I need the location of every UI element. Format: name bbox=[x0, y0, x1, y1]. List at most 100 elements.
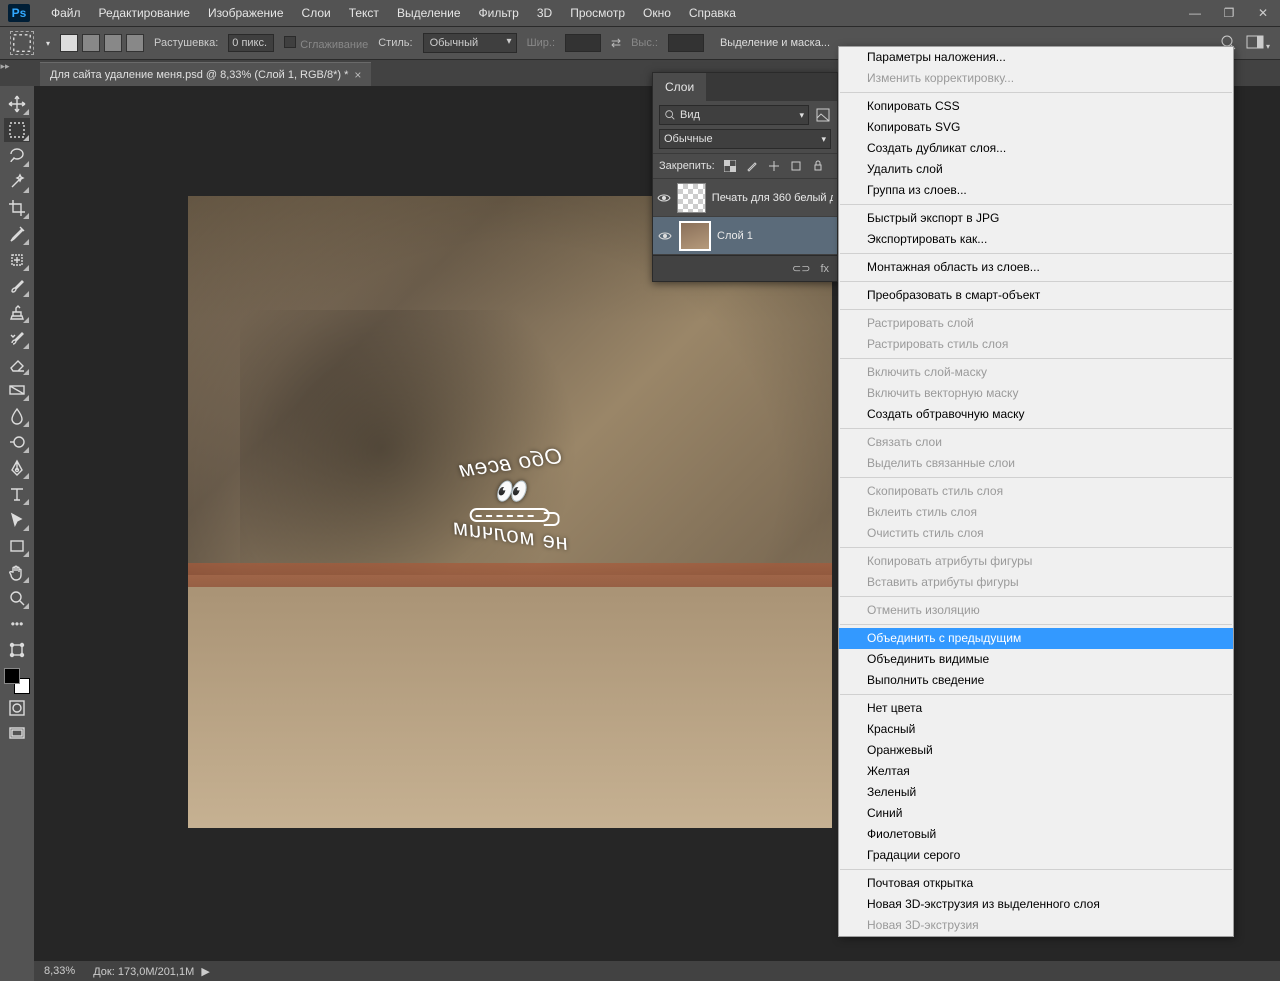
visibility-toggle-icon[interactable] bbox=[657, 190, 671, 206]
hand-tool-icon[interactable] bbox=[4, 560, 30, 584]
gradient-tool-icon[interactable] bbox=[4, 378, 30, 402]
layer-row[interactable]: Печать для 360 белый для bbox=[653, 179, 837, 217]
ctx-item[interactable]: Преобразовать в смарт-объект bbox=[839, 285, 1233, 306]
blend-mode-select[interactable]: Обычные bbox=[659, 129, 831, 149]
close-icon[interactable]: ✕ bbox=[1246, 0, 1280, 26]
select-and-mask-button[interactable]: Выделение и маска... bbox=[714, 35, 836, 51]
status-flyout-icon[interactable]: ▶ bbox=[198, 966, 210, 978]
dodge-tool-icon[interactable] bbox=[4, 430, 30, 454]
menu-filter[interactable]: Фильтр bbox=[470, 0, 528, 26]
ctx-item[interactable]: Фиолетовый bbox=[839, 824, 1233, 845]
minimize-icon[interactable]: — bbox=[1178, 0, 1212, 26]
lock-pixels-icon[interactable] bbox=[745, 159, 759, 173]
ctx-item[interactable]: Нет цвета bbox=[839, 698, 1233, 719]
lock-all-icon[interactable] bbox=[811, 159, 825, 173]
ctx-item[interactable]: Монтажная область из слоев... bbox=[839, 257, 1233, 278]
document-canvas[interactable]: Обо всем 👀 не молчим bbox=[188, 196, 832, 828]
layer-row[interactable]: Слой 1 bbox=[653, 217, 837, 255]
link-layers-icon[interactable]: ⊂⊃ bbox=[792, 262, 810, 275]
tab-close-icon[interactable]: × bbox=[354, 68, 361, 82]
ctx-item[interactable]: Создать обтравочную маску bbox=[839, 404, 1233, 425]
feather-input[interactable]: 0 пикс. bbox=[228, 34, 274, 52]
ctx-item[interactable]: Объединить видимые bbox=[839, 649, 1233, 670]
ctx-item[interactable]: Желтая bbox=[839, 761, 1233, 782]
menu-text[interactable]: Текст bbox=[340, 0, 388, 26]
maximize-icon[interactable]: ❐ bbox=[1212, 0, 1246, 26]
edit-toolbar-icon[interactable] bbox=[4, 638, 30, 662]
filter-type-image-icon[interactable] bbox=[815, 107, 831, 123]
ctx-item[interactable]: Зеленый bbox=[839, 782, 1233, 803]
workspace-switcher-icon[interactable]: ▾ bbox=[1246, 35, 1270, 52]
lasso-tool-icon[interactable] bbox=[4, 144, 30, 168]
menu-image[interactable]: Изображение bbox=[199, 0, 293, 26]
zoom-tool-icon[interactable] bbox=[4, 586, 30, 610]
layer-context-menu: Параметры наложения...Изменить корректир… bbox=[838, 46, 1234, 937]
healing-brush-tool-icon[interactable] bbox=[4, 248, 30, 272]
ctx-item[interactable]: Градации серого bbox=[839, 845, 1233, 866]
ctx-item[interactable]: Оранжевый bbox=[839, 740, 1233, 761]
ctx-item[interactable]: Выполнить сведение bbox=[839, 670, 1233, 691]
move-tool-icon[interactable] bbox=[4, 92, 30, 116]
layer-name[interactable]: Слой 1 bbox=[717, 230, 753, 242]
ctx-item[interactable]: Создать дубликат слоя... bbox=[839, 138, 1233, 159]
menu-select[interactable]: Выделение bbox=[388, 0, 470, 26]
ctx-item[interactable]: Экспортировать как... bbox=[839, 229, 1233, 250]
menu-window[interactable]: Окно bbox=[634, 0, 680, 26]
clone-stamp-tool-icon[interactable] bbox=[4, 300, 30, 324]
watermark-overlay: Обо всем 👀 не молчим bbox=[452, 452, 569, 546]
ctx-item[interactable]: Копировать CSS bbox=[839, 96, 1233, 117]
ctx-item[interactable]: Группа из слоев... bbox=[839, 180, 1233, 201]
sel-mode-intersect-icon[interactable] bbox=[126, 34, 144, 52]
sel-mode-add-icon[interactable] bbox=[82, 34, 100, 52]
history-brush-tool-icon[interactable] bbox=[4, 326, 30, 350]
ctx-item[interactable]: Удалить слой bbox=[839, 159, 1233, 180]
eraser-tool-icon[interactable] bbox=[4, 352, 30, 376]
layer-filter-select[interactable]: Вид bbox=[659, 105, 809, 125]
panel-expand-handle-icon[interactable]: ▸▸ bbox=[0, 60, 10, 72]
document-tab[interactable]: Для сайта удаление меня.psd @ 8,33% (Сло… bbox=[40, 62, 371, 86]
sel-mode-subtract-icon[interactable] bbox=[104, 34, 122, 52]
visibility-toggle-icon[interactable] bbox=[657, 228, 673, 244]
ctx-item[interactable]: Новая 3D-экструзия из выделенного слоя bbox=[839, 894, 1233, 915]
layers-tab[interactable]: Слои bbox=[653, 73, 706, 101]
menu-layers[interactable]: Слои bbox=[293, 0, 340, 26]
foreground-background-swatch[interactable] bbox=[4, 668, 30, 694]
menu-help[interactable]: Справка bbox=[680, 0, 745, 26]
brush-tool-icon[interactable] bbox=[4, 274, 30, 298]
layer-thumbnail[interactable] bbox=[679, 221, 711, 251]
lock-position-icon[interactable] bbox=[767, 159, 781, 173]
lock-artboard-icon[interactable] bbox=[789, 159, 803, 173]
crop-tool-icon[interactable] bbox=[4, 196, 30, 220]
lock-transparency-icon[interactable] bbox=[723, 159, 737, 173]
menu-3d[interactable]: 3D bbox=[528, 0, 561, 26]
ctx-item[interactable]: Объединить с предыдущим bbox=[839, 628, 1233, 649]
shape-tool-icon[interactable] bbox=[4, 534, 30, 558]
sel-mode-new-icon[interactable] bbox=[60, 34, 78, 52]
ctx-item[interactable]: Копировать SVG bbox=[839, 117, 1233, 138]
quick-mask-icon[interactable] bbox=[4, 696, 30, 720]
menu-view[interactable]: Просмотр bbox=[561, 0, 634, 26]
zoom-level[interactable]: 8,33% bbox=[44, 965, 75, 977]
eyedropper-tool-icon[interactable] bbox=[4, 222, 30, 246]
ctx-item[interactable]: Параметры наложения... bbox=[839, 47, 1233, 68]
layer-fx-icon[interactable]: fx bbox=[820, 263, 829, 275]
screen-mode-icon[interactable] bbox=[4, 722, 30, 746]
ctx-item[interactable]: Синий bbox=[839, 803, 1233, 824]
tool-preset-dropdown-icon[interactable]: ▾ bbox=[46, 39, 50, 48]
ctx-item[interactable]: Красный bbox=[839, 719, 1233, 740]
more-tools-icon[interactable]: ••• bbox=[4, 612, 30, 636]
pen-tool-icon[interactable] bbox=[4, 456, 30, 480]
layer-thumbnail[interactable] bbox=[677, 183, 706, 213]
menu-file[interactable]: Файл bbox=[42, 0, 90, 26]
marquee-tool-icon[interactable] bbox=[4, 118, 30, 142]
menu-edit[interactable]: Редактирование bbox=[90, 0, 199, 26]
ctx-item[interactable]: Быстрый экспорт в JPG bbox=[839, 208, 1233, 229]
ctx-item[interactable]: Почтовая открытка bbox=[839, 873, 1233, 894]
text-tool-icon[interactable] bbox=[4, 482, 30, 506]
layer-name[interactable]: Печать для 360 белый для bbox=[712, 192, 833, 204]
current-tool-marquee-icon[interactable] bbox=[10, 31, 34, 55]
blur-tool-icon[interactable] bbox=[4, 404, 30, 428]
path-select-tool-icon[interactable] bbox=[4, 508, 30, 532]
style-select[interactable]: Обычный bbox=[423, 33, 517, 53]
magic-wand-tool-icon[interactable] bbox=[4, 170, 30, 194]
